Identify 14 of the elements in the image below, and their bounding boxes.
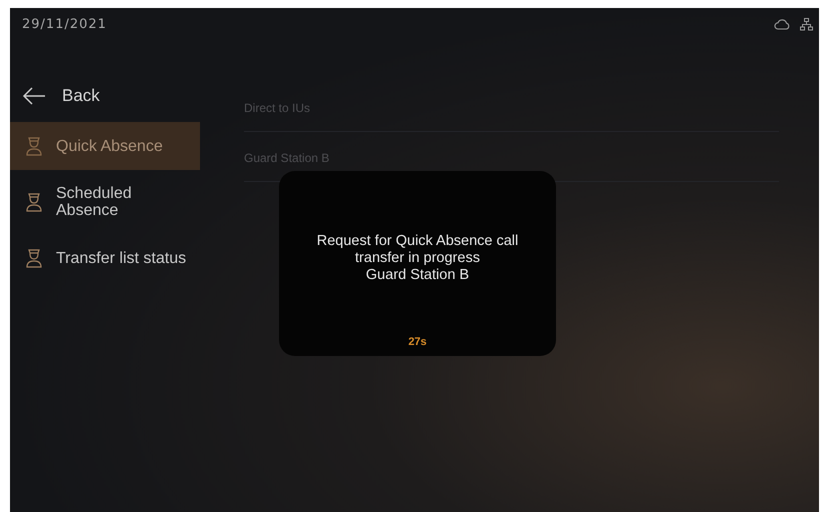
countdown-text: 27s	[408, 336, 427, 348]
back-arrow-icon	[22, 87, 46, 105]
back-button[interactable]: Back	[10, 82, 200, 110]
sidebar-item[interactable]: Scheduled Absence	[10, 178, 200, 226]
dialog-target: Guard Station B	[366, 267, 470, 284]
sidebar-item[interactable]: Transfer list status	[10, 234, 200, 282]
date-text: 29/11/2021	[22, 16, 107, 32]
guard-icon	[26, 192, 42, 212]
network-icon	[800, 18, 813, 30]
cloud-icon	[774, 18, 790, 30]
sidebar-item[interactable]: Quick Absence	[10, 122, 200, 170]
guard-icon	[26, 248, 42, 268]
dialog-message: Request for Quick Absence call transfer in progress	[316, 233, 520, 267]
guard-icon	[26, 136, 42, 156]
